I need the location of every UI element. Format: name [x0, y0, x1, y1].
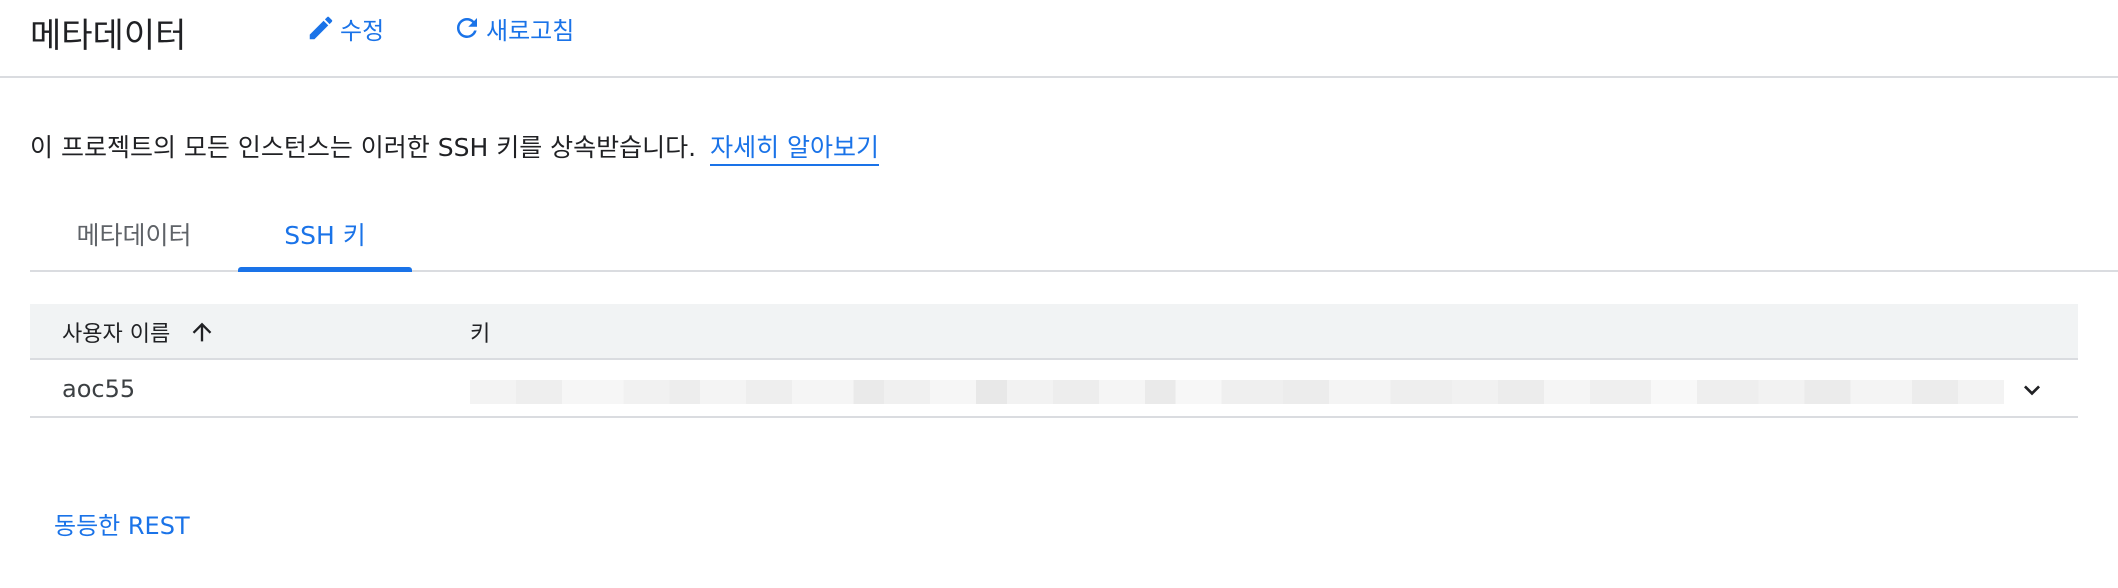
ssh-keys-table: 사용자 이름 키 aoc55 — [30, 304, 2078, 418]
learn-more-link[interactable]: 자세히 알아보기 — [710, 133, 880, 166]
page-title: 메타데이터 — [30, 16, 187, 56]
ssh-key-value-redacted — [470, 380, 2004, 404]
table-header: 사용자 이름 키 — [30, 304, 2078, 360]
description-text: 이 프로젝트의 모든 인스턴스는 이러한 SSH 키를 상속받습니다. — [30, 133, 697, 162]
edit-icon — [309, 16, 333, 40]
refresh-button[interactable]: 새로고침 — [452, 8, 574, 48]
table-row: aoc55 — [30, 360, 2078, 418]
description: 이 프로젝트의 모든 인스턴스는 이러한 SSH 키를 상속받습니다. 자세히 … — [30, 128, 880, 166]
tab-ssh-keys[interactable]: SSH 키 — [238, 198, 412, 272]
edit-button-label: 수정 — [340, 16, 385, 45]
tab-metadata[interactable]: 메타데이터 — [30, 198, 238, 270]
page-header: 메타데이터 수정 새로고침 — [0, 0, 2118, 78]
sort-up-arrow-icon — [192, 322, 212, 342]
refresh-button-label: 새로고침 — [486, 16, 575, 45]
refresh-icon — [456, 17, 477, 38]
username-cell: aoc55 — [62, 375, 136, 403]
equivalent-rest-link[interactable]: 동등한 REST — [54, 506, 190, 541]
column-header-username[interactable]: 사용자 이름 — [62, 304, 216, 360]
tab-bar: 메타데이터 SSH 키 — [30, 198, 2118, 272]
edit-button[interactable]: 수정 — [306, 8, 384, 48]
chevron-down-icon[interactable] — [2016, 374, 2048, 406]
column-header-username-label: 사용자 이름 — [62, 322, 171, 347]
column-header-key: 키 — [470, 322, 491, 347]
